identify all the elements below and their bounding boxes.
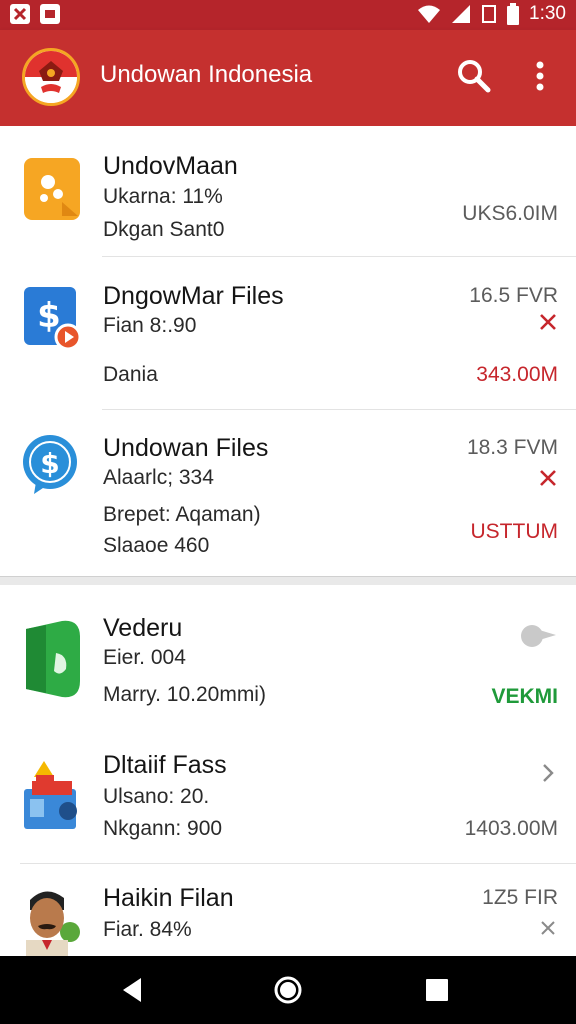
item-title: Dltaiif Fass bbox=[103, 751, 227, 779]
item-size: 1Z5 FIR bbox=[482, 886, 558, 909]
search-button[interactable] bbox=[454, 56, 494, 96]
notification-icons bbox=[10, 4, 60, 24]
status-indicators: 1:30 bbox=[417, 3, 566, 25]
item-detail-2: Dkgan Sant0 bbox=[103, 218, 225, 241]
close-icon[interactable] bbox=[538, 312, 558, 332]
item-title: Vederu bbox=[103, 614, 183, 642]
wifi-icon bbox=[418, 5, 441, 23]
home-icon[interactable] bbox=[272, 974, 304, 1006]
item-detail-2: Dania bbox=[103, 363, 158, 386]
item-status: 343.00M bbox=[476, 363, 558, 386]
search-icon bbox=[458, 60, 491, 93]
recents-icon[interactable] bbox=[421, 974, 453, 1006]
item-detail-3: Slaaoe 460 bbox=[103, 534, 210, 557]
puzzle-app-icon bbox=[22, 154, 82, 224]
item-detail-2: Nkgann: 900 bbox=[103, 817, 223, 840]
item-detail-1: Alaarlc; 334 bbox=[103, 466, 214, 489]
list-item[interactable]: $ Undowan Files Alaarlc; 334 Brepet: Aqa… bbox=[0, 410, 576, 576]
list-item[interactable]: Dltaiif Fass Ulsano: 20. Nkgann: 900 140… bbox=[0, 729, 576, 863]
toggle-icon[interactable] bbox=[516, 623, 560, 651]
more-options-button[interactable] bbox=[522, 56, 558, 96]
section-divider bbox=[0, 576, 576, 585]
item-size: 1403.00M bbox=[464, 817, 558, 840]
item-detail-2: Brepet: Aqaman) bbox=[103, 503, 261, 526]
notification-icon-message bbox=[40, 4, 60, 24]
item-status: VEKMI bbox=[491, 685, 558, 708]
item-detail-1: Fiar. 84% bbox=[103, 918, 192, 941]
item-size: 18.3 FVM bbox=[466, 436, 558, 459]
no-sim-icon bbox=[482, 5, 497, 23]
close-icon[interactable] bbox=[538, 468, 558, 488]
item-detail-1: Fian 8:.90 bbox=[103, 314, 197, 337]
app-bar: Undowan Indonesia bbox=[0, 30, 576, 126]
status-bar: 1:30 bbox=[0, 0, 576, 30]
item-title: Haikin Filan bbox=[103, 884, 234, 912]
dollar-chat-icon: $ bbox=[22, 430, 82, 500]
item-detail-1: Eier. 004 bbox=[103, 646, 186, 669]
svg-text:$: $ bbox=[40, 447, 59, 480]
list-item[interactable]: Vederu Eier. 004 Marry. 10.20mmi) VEKMI bbox=[0, 585, 576, 729]
chevron-right-icon[interactable] bbox=[540, 762, 556, 784]
list-item[interactable]: Haikin Filan Fiar. 84% 1Z5 FIR bbox=[0, 864, 576, 956]
item-size: UKS6.0IM bbox=[462, 202, 558, 225]
close-icon[interactable] bbox=[540, 918, 556, 940]
list-item[interactable]: UndovMaan Ukarna: 11% Dkgan Sant0 UKS6.0… bbox=[0, 126, 576, 256]
file-list: UndovMaan Ukarna: 11% Dkgan Sant0 UKS6.0… bbox=[0, 126, 576, 956]
battery-icon bbox=[507, 3, 520, 25]
app-title: Undowan Indonesia bbox=[100, 61, 313, 88]
item-title: UndovMaan bbox=[103, 152, 238, 180]
item-title: DngowMar Files bbox=[103, 282, 284, 310]
status-time: 1:30 bbox=[529, 3, 566, 24]
notification-icon-x bbox=[10, 4, 30, 24]
box-app-icon bbox=[22, 759, 82, 829]
item-title: Undowan Files bbox=[103, 434, 269, 462]
person-avatar-icon bbox=[18, 884, 80, 956]
more-vert-icon bbox=[536, 61, 544, 91]
dollar-file-icon: $ bbox=[22, 283, 82, 353]
item-detail-1: Ukarna: 11% bbox=[103, 185, 223, 208]
green-app-icon bbox=[22, 619, 82, 698]
app-logo-icon bbox=[22, 48, 80, 106]
signal-icon bbox=[452, 5, 471, 23]
system-nav-bar bbox=[0, 956, 576, 1024]
item-status: USTTUM bbox=[470, 520, 559, 543]
item-detail-2: Marry. 10.20mmi) bbox=[103, 683, 266, 706]
list-item[interactable]: $ DngowMar Files Fian 8:.90 Dania 16.5 F… bbox=[0, 257, 576, 409]
item-detail-1: Ulsano: 20. bbox=[103, 785, 210, 808]
item-size: 16.5 FVR bbox=[469, 284, 558, 307]
back-icon[interactable] bbox=[117, 974, 149, 1006]
